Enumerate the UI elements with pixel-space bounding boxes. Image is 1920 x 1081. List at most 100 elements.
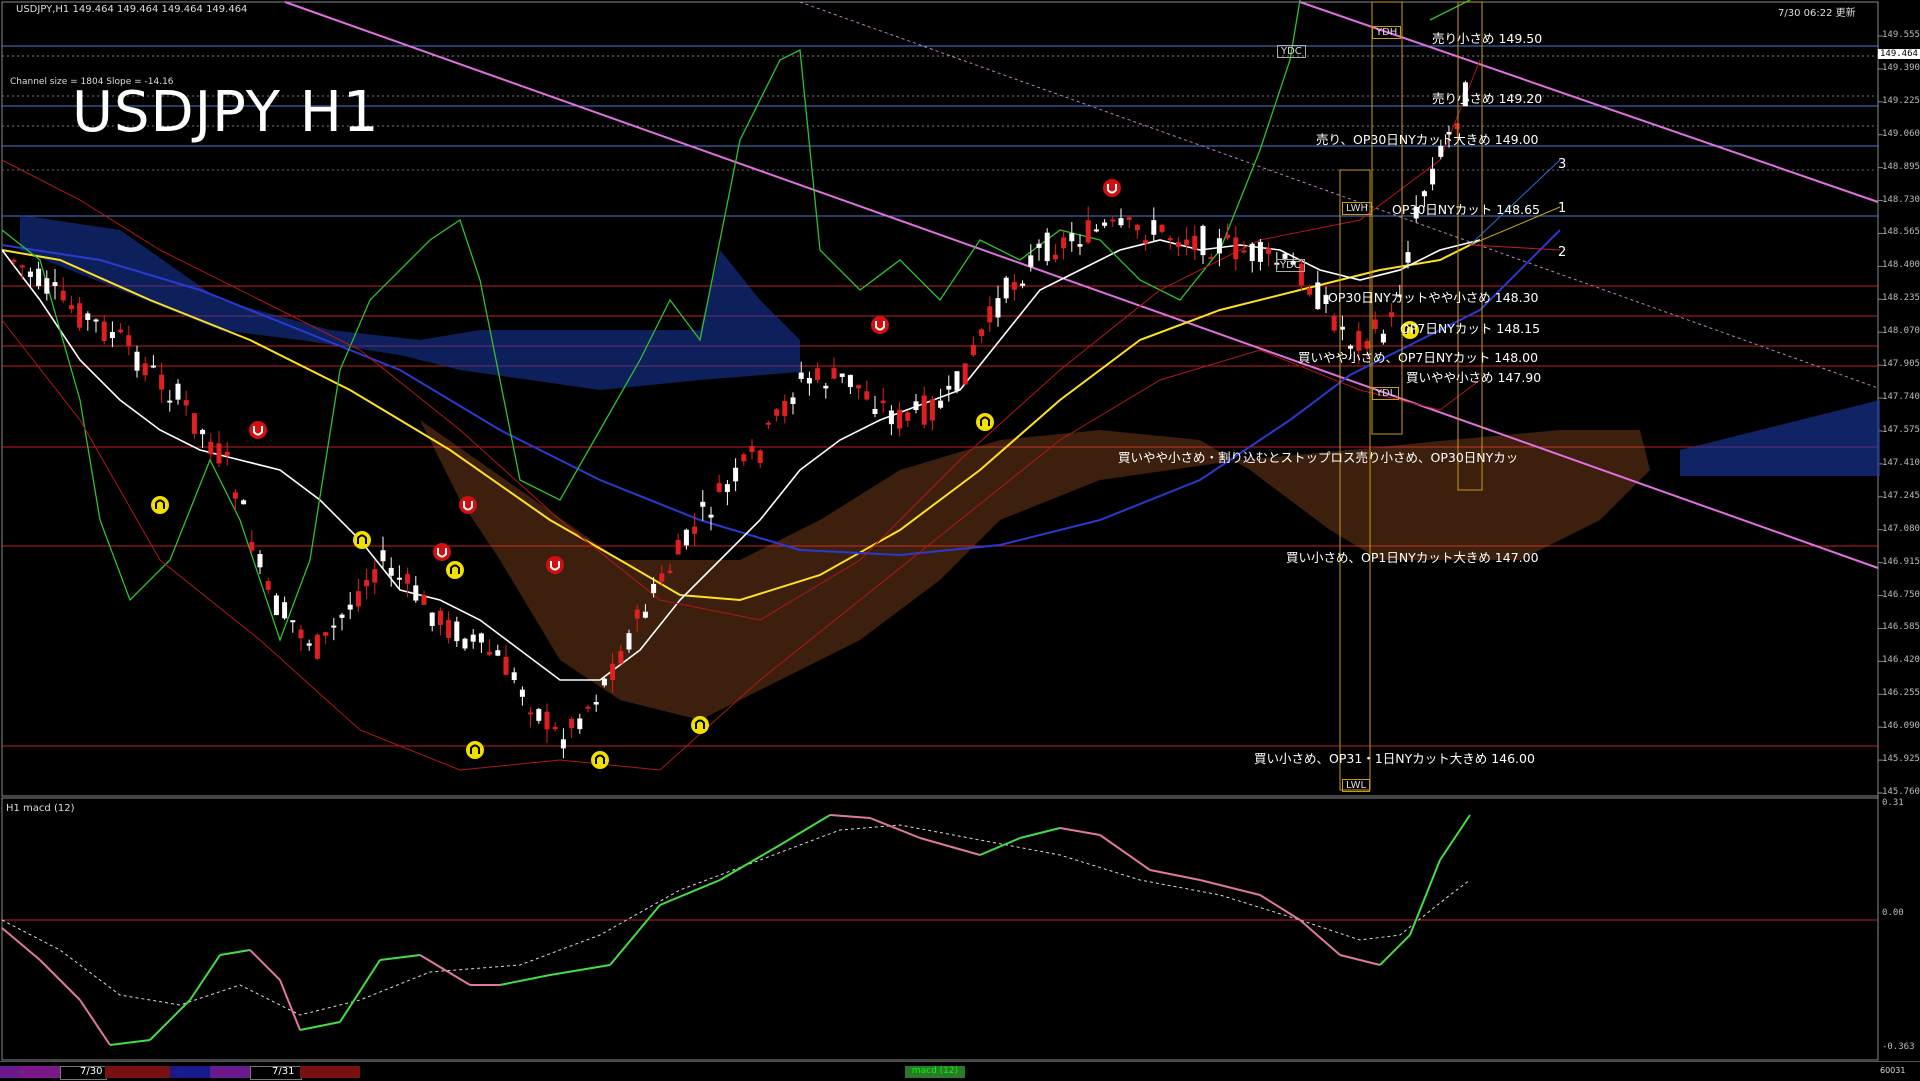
corner-number: 60031 bbox=[1880, 1066, 1906, 1075]
candle-body bbox=[593, 702, 599, 705]
level-annotation: OP7日NYカット 148.15 bbox=[1400, 321, 1541, 336]
price-tick: 148.565 bbox=[1882, 227, 1920, 238]
daily-range-box bbox=[1371, 1, 1403, 435]
candle-body bbox=[1167, 238, 1173, 241]
candle-body bbox=[306, 643, 312, 646]
candle-body bbox=[601, 678, 607, 686]
candle-body bbox=[1257, 241, 1263, 262]
candle-body bbox=[429, 612, 435, 626]
macd-main-segment bbox=[1149, 869, 1201, 881]
candle-body bbox=[626, 633, 632, 650]
candle-body bbox=[372, 569, 378, 583]
swing-down-marker bbox=[871, 316, 889, 334]
candle-body bbox=[831, 368, 837, 379]
candle-body bbox=[634, 609, 640, 619]
candle-body bbox=[782, 400, 788, 417]
level-annotation: 買いやや小さめ、OP7日NYカット 148.00 bbox=[1298, 350, 1539, 365]
swing-down-marker bbox=[1103, 179, 1121, 197]
fan-number-2: 2 bbox=[1558, 245, 1567, 260]
macd-tick: 0.31 bbox=[1882, 798, 1904, 808]
macd-pane-border bbox=[1, 797, 1879, 1061]
candle-body bbox=[1118, 218, 1124, 226]
price-tick: 146.255 bbox=[1882, 688, 1920, 699]
kumo-future bbox=[1680, 400, 1880, 476]
swing-down-marker bbox=[433, 543, 451, 561]
candle-body bbox=[569, 718, 575, 729]
candle-body bbox=[1184, 239, 1190, 245]
price-tick: 148.895 bbox=[1882, 161, 1920, 172]
candle-body bbox=[741, 454, 747, 462]
level-annotation: OP30日NYカットやや小さめ 148.30 bbox=[1328, 290, 1539, 305]
macd-main-segment bbox=[79, 999, 111, 1046]
price-tick: 146.585 bbox=[1882, 622, 1920, 633]
candle-body bbox=[1192, 235, 1198, 251]
price-tick: 146.420 bbox=[1882, 655, 1920, 666]
candle-body bbox=[93, 319, 99, 322]
candle-body bbox=[1151, 220, 1157, 235]
macd-main-segment bbox=[919, 837, 981, 856]
candle-body bbox=[396, 577, 402, 580]
current-price-tag: 149.464 bbox=[1878, 49, 1920, 59]
macd-main-segment bbox=[109, 1039, 151, 1046]
candle-body bbox=[1307, 288, 1313, 295]
candle-body bbox=[208, 441, 214, 455]
candle-body bbox=[183, 400, 189, 406]
macd-main-segment bbox=[339, 959, 381, 1023]
candle-body bbox=[101, 321, 107, 341]
candle-body bbox=[642, 611, 648, 618]
candle-body bbox=[700, 501, 706, 507]
candle-body bbox=[1200, 225, 1206, 256]
candle-body bbox=[847, 374, 853, 388]
candle-body bbox=[724, 484, 730, 492]
level-annotation: 買いやや小さめ・割り込むとストップロス売り小さめ、OP30日NYカッ bbox=[1118, 450, 1519, 465]
candle-body bbox=[815, 368, 821, 380]
candle-body bbox=[1020, 283, 1026, 286]
candle-body bbox=[216, 443, 222, 464]
level-annotation: 買いやや小さめ 147.90 bbox=[1406, 370, 1542, 385]
candle-body bbox=[1028, 255, 1034, 267]
candle-body bbox=[290, 620, 296, 623]
candle-body bbox=[864, 391, 870, 400]
chart-window[interactable]: USDJPY,H1 149.464 149.464 149.464 149.46… bbox=[0, 0, 1920, 1081]
candle-body bbox=[339, 614, 345, 618]
level-annotation: 売り小さめ 149.20 bbox=[1432, 91, 1543, 106]
candle-body bbox=[52, 282, 58, 286]
candle-body bbox=[142, 363, 148, 376]
macd-main-segment bbox=[979, 837, 1021, 856]
macd-main-segment bbox=[1299, 919, 1341, 956]
candle-body bbox=[118, 329, 124, 333]
candle-body bbox=[683, 529, 689, 546]
price-chart[interactable] bbox=[0, 0, 1920, 1080]
price-tick: 148.235 bbox=[1882, 293, 1920, 304]
candle-body bbox=[1339, 326, 1345, 330]
candle-body bbox=[167, 400, 173, 403]
swing-up-marker bbox=[446, 561, 464, 579]
candle-body bbox=[979, 329, 985, 337]
candle-body bbox=[323, 632, 329, 636]
candle-body bbox=[1143, 240, 1149, 244]
candle-body bbox=[19, 265, 25, 268]
swing-down-marker bbox=[459, 496, 477, 514]
macd-main-segment bbox=[249, 949, 281, 981]
candle-body bbox=[938, 400, 944, 408]
price-tick: 149.060 bbox=[1882, 128, 1920, 139]
candle-body bbox=[1134, 224, 1140, 231]
candle-body bbox=[68, 305, 74, 310]
candle-body bbox=[675, 539, 681, 555]
candle-body bbox=[232, 492, 238, 499]
macd-tab[interactable]: macd (12) bbox=[905, 1066, 965, 1078]
macd-main-segment bbox=[219, 949, 251, 956]
candle-body bbox=[487, 651, 493, 655]
price-tick: 147.575 bbox=[1882, 424, 1920, 435]
macd-main-segment bbox=[1059, 827, 1101, 836]
ydh-label: YDH bbox=[1372, 26, 1402, 39]
candle-body bbox=[1159, 224, 1165, 232]
candle-body bbox=[651, 583, 657, 594]
candle-body bbox=[1216, 238, 1222, 254]
ydc-label-top: YDC bbox=[1277, 45, 1306, 58]
macd-tick: -0.363 bbox=[1882, 1042, 1915, 1052]
candle-body bbox=[1069, 233, 1075, 242]
candle-body bbox=[692, 526, 698, 534]
candle-body bbox=[1061, 237, 1067, 249]
candle-body bbox=[1249, 243, 1255, 262]
